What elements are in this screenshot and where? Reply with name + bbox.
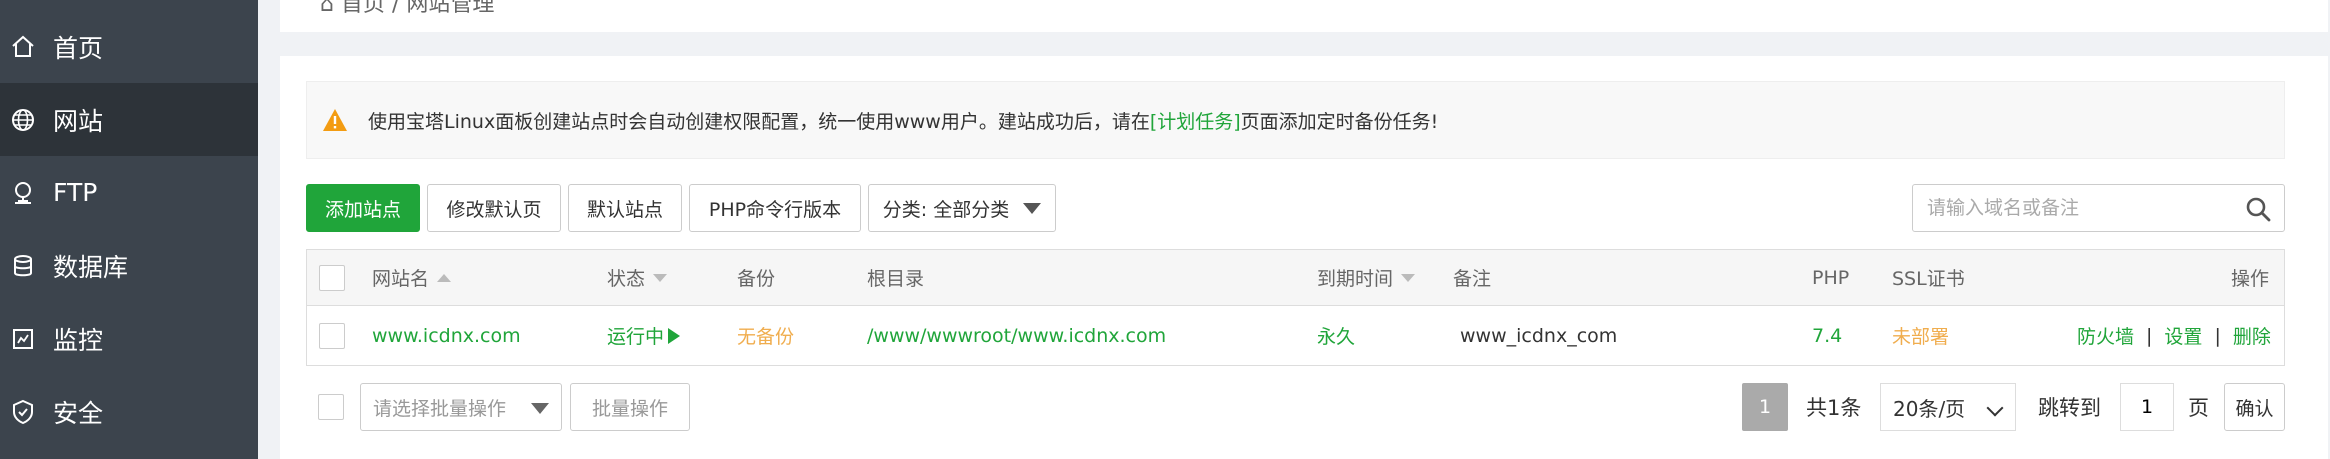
- settings-action[interactable]: 设置: [2164, 322, 2202, 349]
- jump-page-input[interactable]: [2120, 383, 2174, 431]
- expire-time-link[interactable]: 永久: [1317, 306, 1355, 365]
- row-checkbox[interactable]: [319, 322, 345, 349]
- site-table: 网站名 状态 备份 根目录 到期时间 备注 PHP SSL证书 操作 www.i…: [306, 249, 2285, 366]
- sidebar-item-database[interactable]: 数据库: [0, 229, 258, 302]
- jump-label: 跳转到: [2038, 396, 2101, 420]
- php-version-link[interactable]: 7.4: [1812, 306, 1842, 365]
- header-ssl: SSL证书: [1892, 268, 1965, 290]
- sidebar-item-label: 首页: [53, 33, 104, 63]
- header-actions: 操作: [2231, 268, 2270, 290]
- play-icon: [668, 327, 681, 344]
- header-expire-time[interactable]: 到期时间: [1317, 250, 1416, 305]
- ssl-status-link[interactable]: 未部署: [1892, 306, 1949, 365]
- sidebar: 首页 网站 FTP 数据库 监控 安全: [0, 0, 258, 459]
- table-footer: 请选择批量操作 批量操作 1 共1条 20条/页 跳转到 页 确认: [306, 383, 2285, 431]
- caret-down-icon: [1023, 202, 1042, 214]
- cron-task-link[interactable]: [计划任务]: [1150, 111, 1241, 133]
- current-page[interactable]: 1: [1742, 383, 1788, 431]
- root-dir-link[interactable]: /www/wwwroot/www.icdnx.com: [867, 306, 1166, 365]
- site-list-card: 使用宝塔Linux面板创建站点时会自动创建权限配置，统一使用www用户。建站成功…: [280, 56, 2328, 459]
- caret-down-icon: [531, 403, 549, 414]
- sidebar-item-label: 网站: [53, 106, 104, 136]
- header-php: PHP: [1812, 266, 1850, 289]
- sidebar-item-label: 数据库: [53, 252, 129, 282]
- breadcrumb: ⌂ 首页 / 网站管理: [320, 0, 495, 17]
- site-status-toggle[interactable]: 运行中: [607, 306, 681, 365]
- select-all-checkbox[interactable]: [319, 264, 345, 291]
- search-box: [1912, 184, 2285, 232]
- default-site-button[interactable]: 默认站点: [568, 184, 682, 232]
- delete-action[interactable]: 删除: [2233, 322, 2271, 349]
- sort-asc-icon: [437, 273, 452, 282]
- category-select[interactable]: 分类: 全部分类: [868, 184, 1056, 232]
- header-backup: 备份: [737, 268, 776, 290]
- notice-alert: 使用宝塔Linux面板创建站点时会自动创建权限配置，统一使用www用户。建站成功…: [306, 81, 2285, 159]
- sort-desc-icon: [653, 273, 668, 282]
- home-icon: [8, 32, 38, 62]
- shield-icon: [8, 397, 38, 427]
- warning-icon: [323, 109, 347, 131]
- php-cli-version-button[interactable]: PHP命令行版本: [689, 184, 861, 232]
- breadcrumb-card: ⌂ 首页 / 网站管理: [280, 0, 2328, 32]
- database-icon: [8, 251, 38, 281]
- page-unit-label: 页: [2188, 396, 2209, 420]
- sidebar-item-monitor[interactable]: 监控: [0, 302, 258, 375]
- firewall-action[interactable]: 防火墙: [2077, 322, 2134, 349]
- footer-select-all-checkbox[interactable]: [318, 394, 344, 420]
- search-input[interactable]: [1927, 193, 2227, 223]
- per-page-select[interactable]: 20条/页: [1880, 383, 2016, 431]
- table-row: www.icdnx.com 运行中 无备份 /www/wwwroot/www.i…: [307, 306, 2284, 365]
- sidebar-item-security[interactable]: 安全: [0, 375, 258, 448]
- sidebar-item-label: FTP: [53, 178, 98, 207]
- backup-link[interactable]: 无备份: [737, 306, 794, 365]
- header-status[interactable]: 状态: [607, 250, 668, 305]
- remark-field[interactable]: www_icdnx_com: [1460, 306, 1617, 365]
- globe-icon: [8, 105, 38, 135]
- alert-text: 使用宝塔Linux面板创建站点时会自动创建权限配置，统一使用www用户。建站成功…: [368, 110, 1439, 133]
- confirm-jump-button[interactable]: 确认: [2224, 383, 2285, 431]
- row-actions: 防火墙 | 设置 | 删除: [2077, 306, 2271, 365]
- chevron-down-icon: [1986, 399, 2004, 417]
- edit-default-page-button[interactable]: 修改默认页: [427, 184, 561, 232]
- header-remark: 备注: [1453, 268, 1492, 290]
- sidebar-item-website[interactable]: 网站: [0, 83, 258, 156]
- site-name-link[interactable]: www.icdnx.com: [372, 306, 521, 365]
- total-count: 共1条: [1806, 396, 1862, 420]
- table-header: 网站名 状态 备份 根目录 到期时间 备注 PHP SSL证书 操作: [307, 250, 2284, 306]
- action-separator: |: [2214, 324, 2221, 347]
- sidebar-item-ftp[interactable]: FTP: [0, 156, 258, 229]
- header-site-name[interactable]: 网站名: [372, 250, 452, 305]
- sort-desc-icon: [1401, 273, 1416, 282]
- ftp-icon: [8, 178, 38, 208]
- batch-operation-button[interactable]: 批量操作: [570, 383, 690, 431]
- monitor-icon: [8, 324, 38, 354]
- sidebar-item-home[interactable]: 首页: [0, 10, 258, 83]
- add-site-button[interactable]: 添加站点: [306, 184, 420, 232]
- sidebar-item-label: 监控: [53, 325, 104, 355]
- batch-operation-select[interactable]: 请选择批量操作: [360, 383, 562, 431]
- sidebar-item-label: 安全: [53, 398, 104, 428]
- search-icon[interactable]: [2244, 195, 2272, 223]
- action-separator: |: [2146, 324, 2153, 347]
- header-root-dir: 根目录: [867, 268, 925, 290]
